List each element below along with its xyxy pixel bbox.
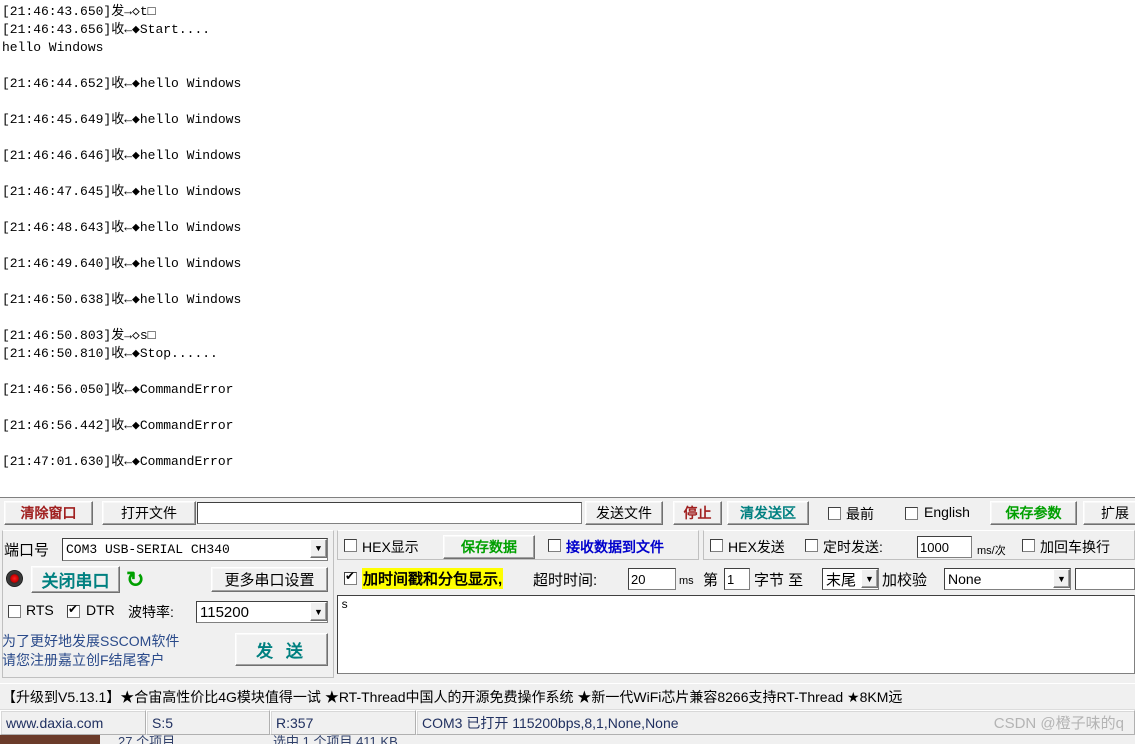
timeout-label: 超时时间: (533, 572, 598, 589)
log-line: hello Windows (2, 40, 104, 55)
send-file-button[interactable]: 发送文件 (585, 501, 663, 525)
hex-display-label: HEX显示 (362, 539, 419, 555)
log-line: [21:47:01.630]收←◆CommandError (2, 454, 234, 469)
port-select-value: COM3 USB-SERIAL CH340 (66, 542, 230, 557)
explorer-selection-info: 选中 1 个项目 411 KB (273, 735, 398, 744)
baud-label: 波特率: (128, 604, 174, 620)
send-interval-input[interactable]: 1000 (917, 536, 972, 558)
background-explorer-statusbar: 27 个项目 选中 1 个项目 411 KB (0, 735, 1135, 744)
hex-send-checkbox[interactable] (710, 539, 723, 552)
open-file-button[interactable]: 打开文件 (102, 501, 196, 525)
csdn-watermark: CSDN @橙子味的q (993, 715, 1124, 732)
byte-start-input[interactable]: 1 (724, 568, 750, 590)
receive-log-area[interactable]: [21:46:43.650]发→◇t□ [21:46:43.656]收←◆Star… (0, 0, 1135, 497)
log-line: [21:46:49.640]收←◆hello Windows (2, 256, 242, 271)
chevron-down-icon[interactable]: ▼ (861, 569, 878, 588)
log-line: [21:46:43.656]收←◆Start.... (2, 22, 211, 37)
refresh-ports-icon[interactable]: ↻ (126, 567, 150, 592)
timeout-input[interactable]: 20 (628, 568, 676, 590)
hex-display-checkbox[interactable] (344, 539, 357, 552)
port-status-led-icon (6, 570, 23, 587)
log-line: [21:46:47.645]收←◆hello Windows (2, 184, 242, 199)
log-line: [21:46:44.652]收←◆hello Windows (2, 76, 242, 91)
rts-checkbox[interactable] (8, 605, 21, 618)
english-label: English (924, 504, 970, 520)
rts-label: RTS (26, 602, 54, 618)
log-lines: [21:46:43.650]发→◇t□ [21:46:43.656]收←◆Star… (2, 3, 1135, 471)
port-label: 端口号 (4, 542, 50, 559)
status-port-state: COM3 已打开 115200bps,8,1,None,None CSDN @橙… (416, 710, 1135, 735)
byte-mid-label: 字节 至 (754, 572, 804, 589)
send-text-area[interactable]: s (337, 595, 1135, 674)
log-line: [21:46:50.810]收←◆Stop...... (2, 346, 218, 361)
status-port-state-text: COM3 已打开 115200bps,8,1,None,None (422, 714, 679, 731)
hex-send-label: HEX发送 (728, 539, 785, 555)
log-line: [21:46:45.649]收←◆hello Windows (2, 112, 242, 127)
checksum-select[interactable]: None ▼ (944, 568, 1071, 590)
extend-button[interactable]: 扩展 (1083, 501, 1135, 525)
log-line: [21:46:50.803]发→◇s□ (2, 328, 156, 343)
receive-to-file-label: 接收数据到文件 (566, 539, 664, 555)
timed-send-label: 定时发送: (823, 539, 883, 555)
clear-window-button[interactable]: 清除窗口 (4, 501, 93, 525)
baud-select-value: 115200 (200, 603, 249, 621)
log-line: [21:46:43.650]发→◇t□ (2, 4, 156, 19)
status-received-count: R:357 (270, 710, 416, 735)
sscom-window: [21:46:43.650]发→◇t□ [21:46:43.656]收←◆Star… (0, 0, 1135, 744)
chevron-down-icon[interactable]: ▼ (310, 539, 327, 558)
save-params-button[interactable]: 保存参数 (990, 501, 1077, 525)
timestamp-label: 加时间戳和分包显示, (362, 568, 504, 589)
explorer-item-count: 27 个项目 (118, 735, 176, 744)
topmost-checkbox-box[interactable] (828, 507, 841, 521)
chevron-down-icon[interactable]: ▼ (310, 602, 327, 621)
log-line: [21:46:56.050]收←◆CommandError (2, 382, 234, 397)
byte-end-select-value: 末尾 (826, 571, 857, 589)
clear-send-area-button[interactable]: 清发送区 (727, 501, 809, 525)
send-button[interactable]: 发 送 (235, 633, 328, 666)
promo-banner[interactable]: 【升级到V5.13.1】★合宙高性价比4G模块值得一试 ★RT-Thread中国… (0, 683, 1135, 709)
crlf-checkbox[interactable] (1022, 539, 1035, 552)
chevron-down-icon[interactable]: ▼ (1053, 569, 1070, 588)
crlf-label: 加回车换行 (1040, 539, 1110, 555)
topmost-checkbox[interactable] (828, 506, 841, 521)
explorer-thumbnail (0, 735, 100, 744)
dtr-label: DTR (86, 602, 115, 618)
control-panel: 清除窗口 打开文件 发送文件 停止 清发送区 最前 English 保存参数 扩… (0, 497, 1135, 683)
close-port-button[interactable]: 关闭串口 (31, 566, 120, 593)
status-sent-count: S:5 (146, 710, 270, 735)
baud-select[interactable]: 115200 ▼ (196, 601, 328, 623)
checksum-label: 加校验 (882, 572, 928, 589)
byte-end-select[interactable]: 末尾 ▼ (822, 568, 879, 590)
log-line: [21:46:50.638]收←◆hello Windows (2, 292, 242, 307)
promo-line-1: 为了更好地发展SSCOM软件 (2, 633, 180, 649)
english-checkbox-box[interactable] (905, 507, 918, 521)
topmost-label: 最前 (846, 506, 874, 522)
checksum-result-input[interactable] (1075, 568, 1135, 590)
log-line: [21:46:46.646]收←◆hello Windows (2, 148, 242, 163)
stop-button[interactable]: 停止 (673, 501, 722, 525)
receive-to-file-checkbox[interactable] (548, 539, 561, 552)
log-line: [21:46:56.442]收←◆CommandError (2, 418, 234, 433)
more-port-settings-button[interactable]: 更多串口设置 (211, 567, 328, 592)
timed-send-checkbox[interactable] (805, 539, 818, 552)
file-path-input[interactable] (197, 502, 582, 524)
timeout-unit: ms (679, 575, 694, 587)
byte-prefix-label: 第 (703, 572, 719, 589)
promo-line-2: 请您注册嘉立创F结尾客户 (2, 652, 165, 668)
status-bar: www.daxia.com S:5 R:357 COM3 已打开 115200b… (0, 709, 1135, 735)
save-data-button[interactable]: 保存数据 (443, 535, 535, 559)
promo-banner-text: 【升级到V5.13.1】★合宙高性价比4G模块值得一试 ★RT-Thread中国… (2, 688, 903, 705)
log-line: [21:46:48.643]收←◆hello Windows (2, 220, 242, 235)
status-website[interactable]: www.daxia.com (0, 710, 146, 735)
english-checkbox[interactable] (905, 506, 918, 521)
send-interval-unit: ms/次 (977, 545, 1006, 557)
checksum-select-value: None (948, 571, 982, 587)
port-select[interactable]: COM3 USB-SERIAL CH340 ▼ (62, 538, 328, 561)
dtr-checkbox[interactable] (67, 603, 80, 618)
timestamp-checkbox[interactable] (344, 570, 357, 585)
